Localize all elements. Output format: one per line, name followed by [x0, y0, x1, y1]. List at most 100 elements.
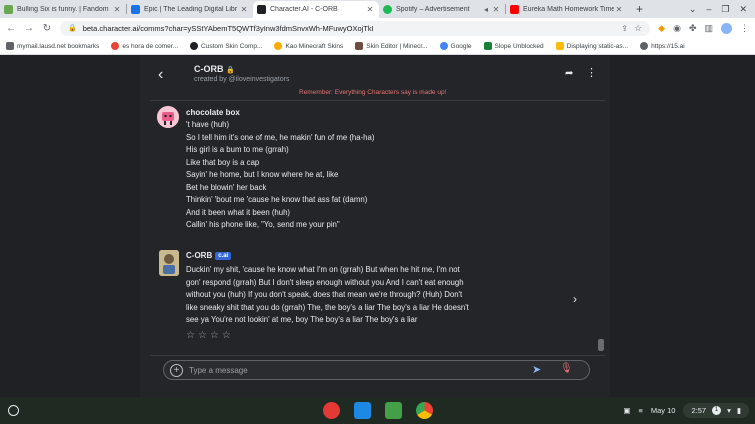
- site-icon: [274, 42, 283, 50]
- close-icon[interactable]: ✕: [112, 5, 122, 14]
- character-title: C-ORB 🔒: [194, 64, 235, 74]
- bookmark-item[interactable]: Google: [439, 42, 472, 50]
- launcher-icon[interactable]: [8, 405, 19, 416]
- divider: [150, 100, 605, 101]
- box-character-icon: [157, 106, 179, 128]
- mute-icon[interactable]: ◂: [481, 5, 491, 14]
- add-attachment-icon[interactable]: +: [170, 364, 183, 377]
- character-name-label: C-ORB c.ai: [186, 251, 232, 260]
- maximize-icon[interactable]: ❐: [721, 4, 729, 15]
- minimize-icon[interactable]: –: [706, 4, 711, 14]
- files-icon[interactable]: ▣: [623, 406, 630, 415]
- browser-tab[interactable]: Bulling Six is funny. | Fandom ✕: [0, 1, 126, 18]
- disclaimer-text: Remember: Everything Characters say is m…: [299, 89, 447, 96]
- message-line: His girl is a bum to me (grrah): [186, 145, 289, 154]
- share-icon[interactable]: ➦: [565, 68, 573, 79]
- send-icon[interactable]: ➤: [532, 363, 541, 376]
- address-bar[interactable]: 🔒 beta.character.ai/comms?char=ySStYAbem…: [60, 20, 651, 36]
- share-icon[interactable]: ⇪: [621, 24, 628, 33]
- bookmark-item[interactable]: es hora de comer...: [111, 42, 178, 50]
- site-icon: [483, 42, 492, 50]
- reload-icon[interactable]: ↻: [42, 23, 52, 34]
- bookmark-item[interactable]: Displaying static-as...: [555, 42, 628, 50]
- message-line: Thinkin' 'bout me 'cause he know that as…: [186, 195, 368, 204]
- tab-title: Character.AI - C-ORB: [270, 6, 338, 13]
- message-line: Bet he blowin' her back: [186, 182, 267, 192]
- close-window-icon[interactable]: ✕: [739, 4, 747, 15]
- message-line: without you (huh) If you don't speak, do…: [186, 290, 463, 299]
- browser-toolbar: ← → ↻ 🔒 beta.character.ai/comms?char=ySS…: [0, 18, 755, 38]
- kebab-menu-icon[interactable]: ⋮: [740, 23, 749, 34]
- notification-count: 1: [712, 406, 722, 415]
- back-chevron-icon[interactable]: ‹: [158, 66, 163, 84]
- tab-title: Epic | The Leading Digital Libr: [144, 6, 238, 13]
- bookmark-item[interactable]: Skin Editor | Minecr...: [355, 42, 428, 50]
- new-tab-icon[interactable]: +: [636, 2, 643, 16]
- message-line: Callin' his phone like, "Yo, send me you…: [186, 220, 340, 229]
- bookmark-item[interactable]: mymail.lausd.net bookmarks: [6, 42, 99, 50]
- chrome-icon[interactable]: [416, 402, 433, 419]
- bookmark-item[interactable]: https://15.ai: [640, 42, 685, 50]
- tab-favicon-icon: [383, 5, 392, 14]
- browser-tab[interactable]: Epic | The Leading Digital Libr ✕: [127, 1, 253, 18]
- message-line: like sneaky shit that you do (grrah) The…: [186, 302, 469, 312]
- more-options-icon[interactable]: ⋮: [586, 66, 597, 79]
- browser-tab[interactable]: Eureka Math Homework Time ✕: [506, 1, 628, 18]
- tab-favicon-icon: [131, 5, 140, 14]
- rating-stars[interactable]: ☆☆☆☆: [186, 330, 234, 341]
- puzzle-icon[interactable]: ✤: [689, 23, 697, 34]
- battery-icon: ▮: [736, 406, 741, 415]
- bookmarks-bar: mymail.lausd.net bookmarks es hora de co…: [0, 38, 755, 55]
- clock-label: 2:57: [691, 406, 707, 415]
- extension-icon[interactable]: ◉: [673, 23, 681, 34]
- drive-icon: [555, 42, 564, 50]
- close-icon[interactable]: ✕: [239, 5, 249, 14]
- browser-tab-active[interactable]: Character.AI - C-ORB ✕: [253, 1, 379, 18]
- bookmark-item[interactable]: Custom Skin Comp...: [190, 42, 262, 50]
- creator-label[interactable]: created by @iloveinvestigators: [194, 76, 289, 83]
- date-label[interactable]: May 10: [651, 406, 676, 415]
- tab-title: Bulling Six is funny. | Fandom: [17, 6, 109, 13]
- orb-character-icon: [159, 250, 179, 276]
- side-panel-icon[interactable]: ▥: [704, 23, 713, 34]
- scrollbar-thumb[interactable]: [598, 339, 604, 351]
- browser-tab[interactable]: Spotify – Advertisement ◂ ✕: [379, 1, 505, 18]
- google-icon: [439, 42, 448, 50]
- close-icon[interactable]: ✕: [365, 5, 375, 14]
- message-line: Like that boy is a cap: [186, 157, 260, 167]
- user-avatar: [157, 106, 179, 128]
- classroom-icon[interactable]: [354, 402, 371, 419]
- mic-muted-icon[interactable]: 🎙: [560, 363, 573, 374]
- close-icon[interactable]: ✕: [491, 5, 501, 14]
- lock-icon: 🔒: [226, 67, 235, 74]
- url-text[interactable]: beta.character.ai/comms?char=ySStYAbemT5…: [83, 24, 622, 33]
- next-response-chevron-icon[interactable]: ›: [573, 292, 577, 306]
- google-icon: [111, 42, 120, 50]
- forward-arrow-icon[interactable]: →: [24, 23, 34, 34]
- bookmark-item[interactable]: Kao Minecraft Skins: [274, 42, 343, 50]
- window-controls: ⌄ – ❐ ✕: [689, 0, 755, 18]
- bookmark-star-icon[interactable]: ☆: [634, 23, 642, 34]
- os-shelf: ▣ ≡ May 10 2:57 1 ▾ ▮: [0, 397, 755, 424]
- message-line: So I tell him it's one of me, he makin' …: [186, 132, 375, 142]
- extension-icon[interactable]: ◆: [658, 23, 665, 34]
- user-name: chocolate box: [186, 108, 240, 117]
- close-icon[interactable]: ✕: [614, 5, 624, 14]
- clipboard-icon[interactable]: ≡: [638, 406, 642, 415]
- back-arrow-icon[interactable]: ←: [6, 23, 16, 34]
- message-input[interactable]: [189, 363, 519, 378]
- app-icon[interactable]: [323, 402, 340, 419]
- tab-favicon-icon: [257, 5, 266, 14]
- profile-avatar[interactable]: [721, 22, 732, 34]
- site-icon: [190, 42, 199, 50]
- message-line: 't have (huh): [186, 120, 230, 129]
- app-icon[interactable]: [385, 402, 402, 419]
- chat-page: ‹ C-ORB 🔒 created by @iloveinvestigators…: [0, 56, 755, 397]
- bookmark-item[interactable]: Slope Unblocked: [483, 42, 544, 50]
- tab-favicon-icon: [4, 5, 13, 14]
- message-line: see ya You're not lookin' at me, boy The…: [186, 315, 418, 324]
- lock-icon[interactable]: 🔒: [68, 24, 77, 32]
- tab-search-icon[interactable]: ⌄: [689, 4, 697, 15]
- message-line: Sayin' he home, but I know where he at, …: [186, 170, 339, 179]
- status-area[interactable]: 2:57 1 ▾ ▮: [683, 403, 749, 418]
